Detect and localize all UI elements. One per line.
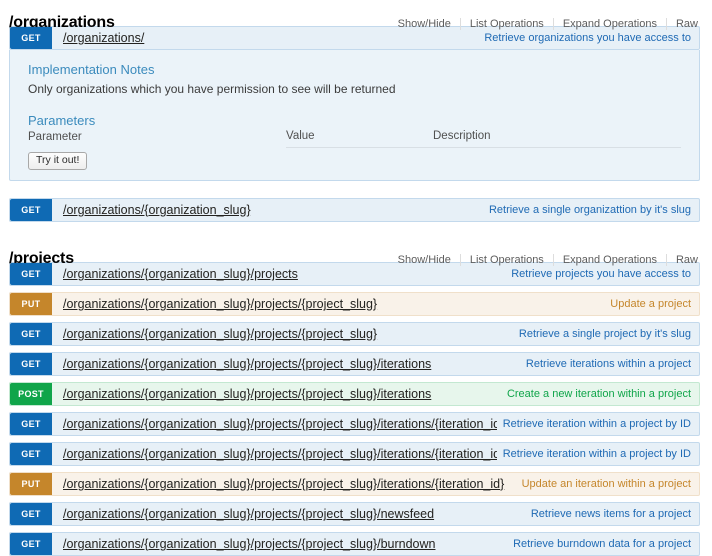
try-it-out-button[interactable]: Try it out! xyxy=(28,152,87,170)
resource-heading: /organizationsShow/HideList OperationsEx… xyxy=(0,0,712,26)
operation-path[interactable]: /organizations/{organization_slug}/proje… xyxy=(52,293,604,315)
resource-heading: /projectsShow/HideList OperationsExpand … xyxy=(0,236,712,262)
operation-path[interactable]: /organizations/{organization_slug}/proje… xyxy=(52,503,525,525)
implementation-notes-heading: Implementation Notes xyxy=(28,62,681,77)
operation-path[interactable]: /organizations/{organization_slug}/proje… xyxy=(52,443,497,465)
operation-header[interactable]: GET/organizations/{organization_slug}/pr… xyxy=(9,322,700,346)
parameters-table: ParameterValueDescription xyxy=(28,130,681,148)
operation-summary: Retrieve projects you have access to xyxy=(505,263,699,285)
operation-summary: Create a new iteration within a project xyxy=(501,383,699,405)
operation-header[interactable]: GET/organizations/{organization_slug}/pr… xyxy=(9,502,700,526)
resource-section: /organizationsShow/HideList OperationsEx… xyxy=(0,0,712,222)
operation-header[interactable]: GET/organizations/{organization_slug}/pr… xyxy=(9,442,700,466)
http-method-badge-get: GET xyxy=(10,353,52,375)
parameters-heading: Parameters xyxy=(28,113,681,128)
operation-summary: Retrieve organizations you have access t… xyxy=(478,27,699,49)
operation-summary: Update a project xyxy=(604,293,699,315)
operation-header[interactable]: GET/organizations/{organization_slug}Ret… xyxy=(9,198,700,222)
operation-path[interactable]: /organizations/{organization_slug}/proje… xyxy=(52,353,520,375)
implementation-notes-text: Only organizations which you have permis… xyxy=(28,82,681,97)
operation-header[interactable]: GET/organizations/{organization_slug}/pr… xyxy=(9,532,700,556)
operation-summary: Update an iteration within a project xyxy=(516,473,699,495)
http-method-badge-get: GET xyxy=(10,533,52,555)
submit-row: Try it out! xyxy=(28,152,681,170)
parameters-column-parameter: Parameter xyxy=(28,130,286,148)
http-method-badge-get: GET xyxy=(10,199,52,221)
parameters-column-value: Value xyxy=(286,130,433,148)
operation-path[interactable]: /organizations/ xyxy=(52,27,478,49)
operation-summary: Retrieve news items for a project xyxy=(525,503,699,525)
operation-path[interactable]: /organizations/{organization_slug}/proje… xyxy=(52,263,505,285)
operation-summary: Retrieve iteration within a project by I… xyxy=(497,443,699,465)
section-spacer xyxy=(0,228,712,236)
operation-path[interactable]: /organizations/{organization_slug}/proje… xyxy=(52,383,501,405)
endpoint-row: GET/organizations/{organization_slug}Ret… xyxy=(9,198,700,222)
parameters-header-row: ParameterValueDescription xyxy=(28,130,681,148)
endpoint-row: GET/organizations/{organization_slug}/pr… xyxy=(9,322,700,346)
operation-path[interactable]: /organizations/{organization_slug} xyxy=(52,199,483,221)
operation-path[interactable]: /organizations/{organization_slug}/proje… xyxy=(52,413,497,435)
endpoint-row: GET/organizations/{organization_slug}/pr… xyxy=(9,412,700,436)
swagger-api-explorer: /organizationsShow/HideList OperationsEx… xyxy=(0,0,712,556)
http-method-badge-get: GET xyxy=(10,443,52,465)
operation-header[interactable]: PUT/organizations/{organization_slug}/pr… xyxy=(9,292,700,316)
http-method-badge-get: GET xyxy=(10,27,52,49)
http-method-badge-get: GET xyxy=(10,413,52,435)
operation-path[interactable]: /organizations/{organization_slug}/proje… xyxy=(52,473,516,495)
operation-summary: Retrieve a single organizattion by it's … xyxy=(483,199,699,221)
endpoint-row: PUT/organizations/{organization_slug}/pr… xyxy=(9,472,700,496)
endpoint-row: GET/organizations/{organization_slug}/pr… xyxy=(9,532,700,556)
operation-header[interactable]: PUT/organizations/{organization_slug}/pr… xyxy=(9,472,700,496)
operation-summary: Retrieve iterations within a project xyxy=(520,353,699,375)
operation-header[interactable]: GET/organizations/{organization_slug}/pr… xyxy=(9,262,700,286)
endpoint-row: GET/organizations/{organization_slug}/pr… xyxy=(9,502,700,526)
resource-section: /projectsShow/HideList OperationsExpand … xyxy=(0,236,712,556)
operation-header[interactable]: GET/organizations/{organization_slug}/pr… xyxy=(9,352,700,376)
endpoint-row: GET/organizations/Retrieve organizations… xyxy=(9,26,700,181)
operation-summary: Retrieve burndown data for a project xyxy=(507,533,699,555)
http-method-badge-get: GET xyxy=(10,323,52,345)
operation-header[interactable]: GET/organizations/{organization_slug}/pr… xyxy=(9,412,700,436)
http-method-badge-put: PUT xyxy=(10,293,52,315)
http-method-badge-get: GET xyxy=(10,503,52,525)
endpoint-row: PUT/organizations/{organization_slug}/pr… xyxy=(9,292,700,316)
endpoint-list: GET/organizations/{organization_slug}/pr… xyxy=(0,262,712,556)
endpoint-row: GET/organizations/{organization_slug}/pr… xyxy=(9,352,700,376)
endpoint-list: GET/organizations/Retrieve organizations… xyxy=(0,26,712,222)
endpoint-row: GET/organizations/{organization_slug}/pr… xyxy=(9,262,700,286)
endpoint-row: POST/organizations/{organization_slug}/p… xyxy=(9,382,700,406)
operation-path[interactable]: /organizations/{organization_slug}/proje… xyxy=(52,533,507,555)
parameters-column-description: Description xyxy=(433,130,681,148)
http-method-badge-put: PUT xyxy=(10,473,52,495)
operation-summary: Retrieve a single project by it's slug xyxy=(513,323,699,345)
endpoint-row: GET/organizations/{organization_slug}/pr… xyxy=(9,442,700,466)
operation-header[interactable]: POST/organizations/{organization_slug}/p… xyxy=(9,382,700,406)
operation-header[interactable]: GET/organizations/Retrieve organizations… xyxy=(9,26,700,50)
parameters-table-head: ParameterValueDescription xyxy=(28,130,681,148)
http-method-badge-get: GET xyxy=(10,263,52,285)
operation-path[interactable]: /organizations/{organization_slug}/proje… xyxy=(52,323,513,345)
operation-summary: Retrieve iteration within a project by I… xyxy=(497,413,699,435)
operation-content: Implementation Notes Only organizations w… xyxy=(9,50,700,181)
resource-sections: /organizationsShow/HideList OperationsEx… xyxy=(0,0,712,556)
http-method-badge-post: POST xyxy=(10,383,52,405)
